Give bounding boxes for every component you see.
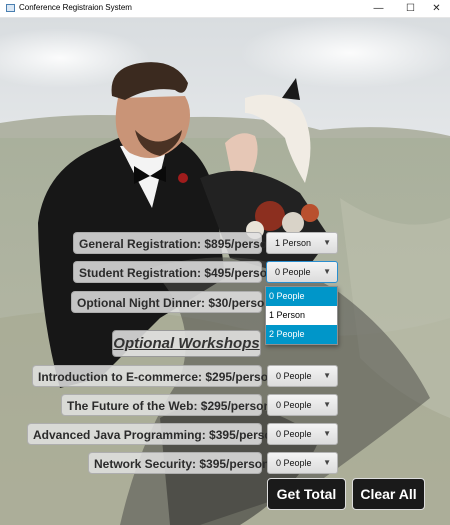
future-web-label: The Future of the Web: $295/person [61, 394, 271, 416]
ecommerce-combo[interactable]: 0 People ▼ [267, 365, 338, 387]
future-web-combo[interactable]: 0 People ▼ [267, 394, 338, 416]
combo-value: 1 Person [275, 238, 312, 248]
combo-value: 0 People [275, 267, 311, 277]
close-button[interactable]: ✕ [422, 0, 450, 17]
combo-value: 0 People [276, 400, 312, 410]
chevron-down-icon: ▼ [323, 458, 331, 467]
ecommerce-label: Introduction to E-commerce: $295/person [32, 365, 275, 387]
clear-all-button[interactable]: Clear All [352, 478, 425, 510]
student-registration-combo[interactable]: 0 People ▼ [266, 261, 338, 283]
title-bar: Conference Registraion System — ☐ ✕ [0, 0, 450, 18]
student-registration-label: Student Registration: $495/person [73, 261, 274, 283]
advanced-java-label: Advanced Java Programming: $395/person [27, 423, 279, 445]
dropdown-popup: 0 People 1 Person 2 People [265, 286, 338, 345]
workshops-heading: Optional Workshops [112, 330, 261, 357]
chevron-down-icon: ▼ [323, 400, 331, 409]
dropdown-option-1[interactable]: 1 Person [266, 306, 337, 325]
advanced-java-combo[interactable]: 0 People ▼ [267, 423, 338, 445]
dinner-label: Optional Night Dinner: $30/person [71, 291, 272, 313]
combo-value: 0 People [276, 458, 312, 468]
network-security-label: Network Security: $395/person [88, 452, 269, 474]
chevron-down-icon: ▼ [323, 371, 331, 380]
dropdown-option-0[interactable]: 0 People [266, 287, 337, 306]
chevron-down-icon: ▼ [323, 429, 331, 438]
general-registration-label: General Registration: $895/person [73, 232, 274, 254]
app-icon [6, 4, 15, 12]
combo-value: 0 People [276, 429, 312, 439]
general-registration-combo[interactable]: 1 Person ▼ [266, 232, 338, 254]
maximize-button[interactable]: ☐ [396, 0, 425, 17]
minimize-button[interactable]: — [364, 0, 393, 17]
get-total-button[interactable]: Get Total [267, 478, 346, 510]
network-security-combo[interactable]: 0 People ▼ [267, 452, 338, 474]
chevron-down-icon: ▼ [323, 238, 331, 247]
combo-value: 0 People [276, 371, 312, 381]
dropdown-option-2[interactable]: 2 People [266, 325, 337, 344]
window-title: Conference Registraion System [19, 3, 132, 12]
chevron-down-icon: ▼ [323, 267, 331, 276]
